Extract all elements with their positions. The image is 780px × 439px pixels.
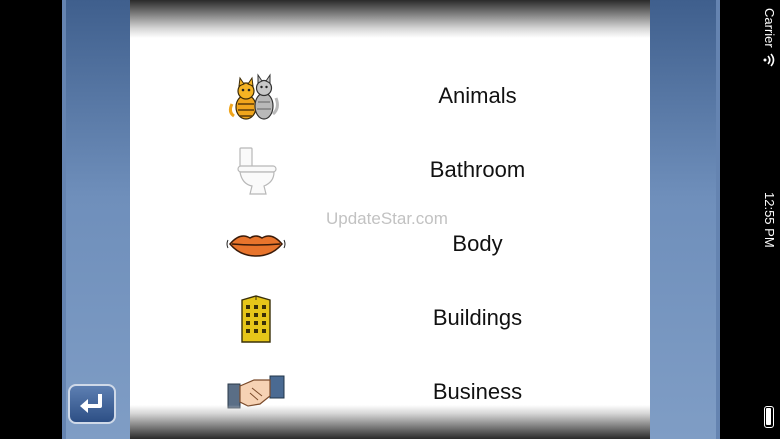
top-shadow [130,0,650,38]
left-side-bar [62,0,130,439]
lips-icon [226,218,286,270]
toilet-icon [226,144,286,196]
status-bar: Carrier 12:55 PM [720,0,780,439]
watermark: UpdateStar.com [326,209,448,228]
wifi-icon [762,53,776,72]
carrier-label: Carrier [762,8,777,48]
back-button[interactable] [68,384,116,424]
category-label: Buildings [432,305,523,330]
return-arrow-icon [80,394,102,413]
clock: 12:55 PM [762,192,777,248]
category-row-bathroom[interactable]: Bathroom [130,140,650,200]
left-side-edge [62,0,66,439]
bottom-shadow [130,405,650,439]
battery-icon [764,406,774,428]
app-frame: Animals Bathroom Body Buildings Business… [0,0,780,439]
category-label: Animals [438,83,517,108]
category-row-animals[interactable]: Animals [130,66,650,126]
category-label: Bathroom [429,157,526,182]
category-row-buildings[interactable]: Buildings [130,288,650,348]
right-side-bar [650,0,720,439]
cat-icon [226,70,286,122]
left-black-margin [0,0,62,439]
building-icon [226,292,286,344]
